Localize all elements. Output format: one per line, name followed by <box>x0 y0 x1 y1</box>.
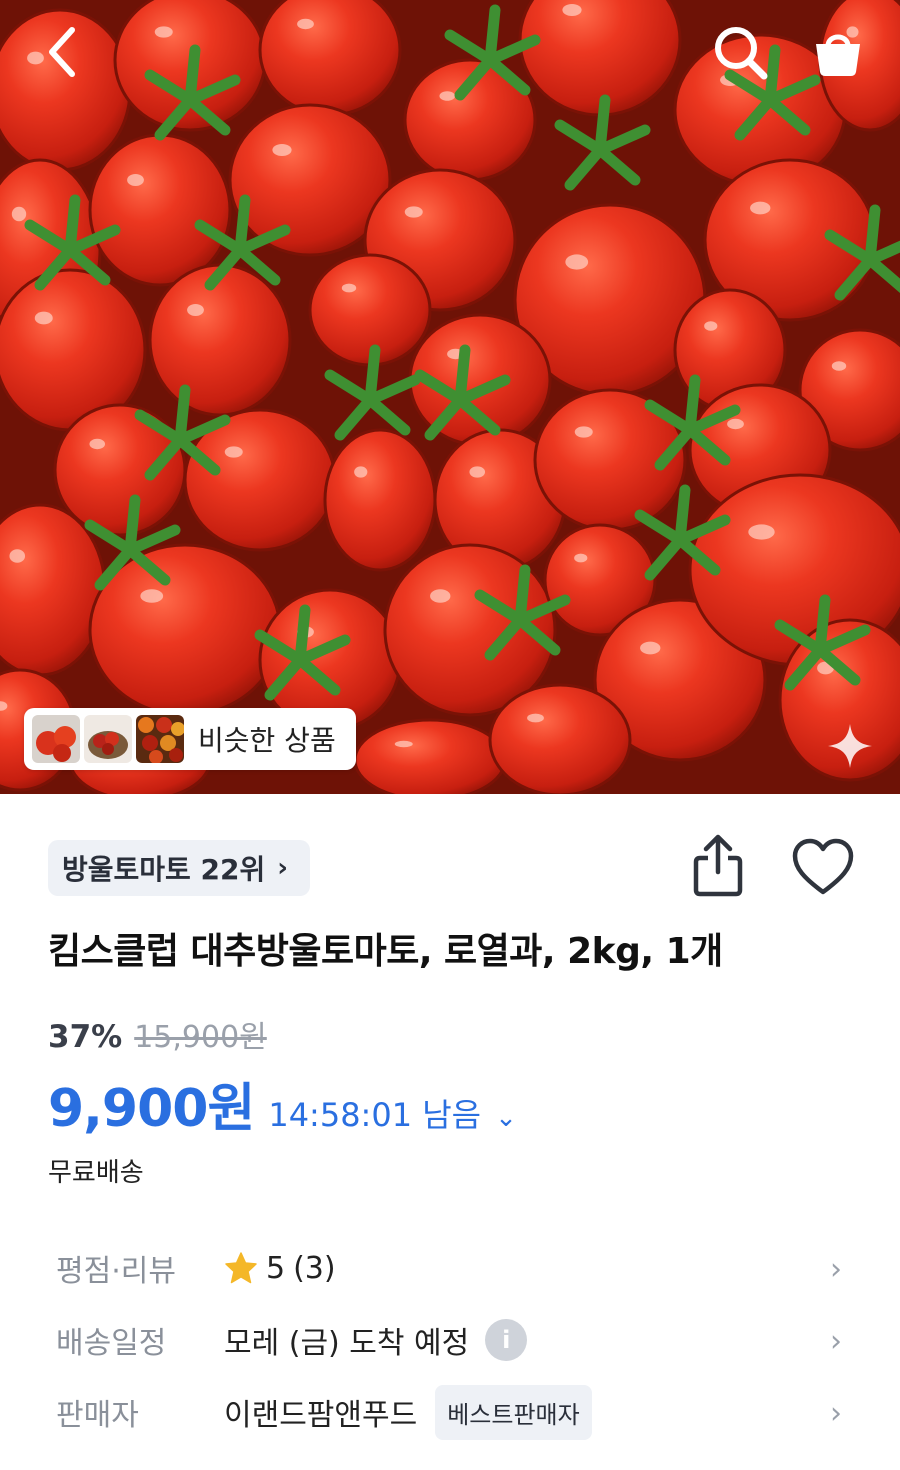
price-row: 9,900원 14:58:01 남음 ⌄ <box>48 1066 517 1141</box>
tomato-highlight <box>704 321 718 331</box>
tomato-highlight <box>574 553 588 563</box>
heart-icon[interactable] <box>792 838 854 896</box>
chevron-right-icon: › <box>830 1324 842 1359</box>
tomato-photo <box>0 0 900 794</box>
tomato-highlight <box>750 201 771 215</box>
chevron-down-icon[interactable]: ⌄ <box>495 1103 517 1133</box>
product-title: 킴스클럽 대추방울토마토, 로열과, 2kg, 1개 <box>48 931 723 972</box>
similar-thumbnail <box>84 715 132 763</box>
chevron-right-icon: › <box>830 1396 842 1431</box>
tomato-highlight <box>187 304 204 316</box>
delivery-value: 모레 (금) 도착 예정 <box>224 1326 470 1361</box>
tomato-highlight <box>574 426 593 438</box>
category-rank-label: 방울토마토 22위 <box>62 853 266 886</box>
tomato-highlight <box>34 311 53 325</box>
tomato-highlight <box>404 206 423 218</box>
tomato-highlight <box>727 418 744 430</box>
rating-value: 5 <box>266 1250 286 1286</box>
chevron-right-icon: › <box>830 1252 842 1287</box>
tomato-highlight <box>341 283 357 293</box>
discount-row: 37% 15,900원 <box>48 1012 267 1056</box>
rating-review-key: 평점·리뷰 <box>56 1254 176 1289</box>
tomato-highlight <box>748 524 775 540</box>
sparkle-icon[interactable] <box>826 722 874 770</box>
tomato-shape <box>353 718 507 794</box>
tomato-highlight <box>527 713 544 723</box>
tomato-shape <box>488 683 632 794</box>
original-price: 15,900원 <box>134 1020 267 1055</box>
tomato-highlight <box>224 446 243 458</box>
search-icon <box>715 27 768 80</box>
back-button[interactable] <box>32 20 96 84</box>
tomato-highlight <box>394 740 413 748</box>
tomato-shape <box>258 0 402 117</box>
seller-row[interactable]: 판매자 이랜드팜앤푸드 베스트판매자 › <box>56 1384 856 1440</box>
tomato-highlight <box>430 589 451 603</box>
tomato-shape <box>88 133 232 287</box>
tomato-highlight <box>354 466 368 478</box>
tomato-highlight <box>562 4 582 16</box>
category-rank-chip[interactable]: 방울토마토 22위 › <box>48 840 310 896</box>
seller-key: 판매자 <box>56 1398 139 1433</box>
delivery-key: 배송일정 <box>56 1326 167 1361</box>
rating-review-row[interactable]: 평점·리뷰 5 (3) › <box>56 1240 856 1296</box>
tomato-highlight <box>565 254 589 270</box>
tomato-highlight <box>154 26 173 38</box>
seller-name: 이랜드팜앤푸드 <box>224 1398 418 1433</box>
tomato-highlight <box>9 549 26 563</box>
cart-icon <box>816 34 860 76</box>
chevron-right-icon: › <box>277 853 288 883</box>
tomato-highlight <box>11 206 27 222</box>
tomato-highlight <box>439 91 456 101</box>
back-icon <box>49 27 75 77</box>
tomato-shape <box>148 263 292 417</box>
tomato-highlight <box>127 174 144 186</box>
shipping-info: 무료배송 <box>48 1158 144 1188</box>
cart-button[interactable] <box>806 20 870 84</box>
tomato-highlight <box>272 144 292 156</box>
tomato-highlight <box>89 438 106 450</box>
star-icon <box>225 1252 257 1284</box>
info-icon[interactable]: i <box>485 1319 528 1361</box>
sale-price: 9,900원 <box>48 1079 255 1139</box>
search-button[interactable] <box>708 20 772 84</box>
delivery-schedule-row[interactable]: 배송일정 모레 (금) 도착 예정 i › <box>56 1312 856 1368</box>
product-image[interactable]: 비슷한 상품 <box>0 0 900 794</box>
similar-thumbnail <box>136 715 184 763</box>
similar-products-label: 비슷한 상품 <box>198 724 336 757</box>
tomato-highlight <box>469 466 486 478</box>
tomato-highlight <box>640 641 661 655</box>
deal-timer: 14:58:01 남음 <box>268 1096 482 1134</box>
share-icon[interactable] <box>688 832 748 898</box>
tomato-highlight <box>297 18 314 30</box>
best-seller-badge: 베스트판매자 <box>435 1384 592 1440</box>
tomato-highlight <box>831 361 847 371</box>
discount-rate: 37% <box>48 1019 123 1055</box>
tomato-highlight <box>140 589 164 603</box>
similar-products-button[interactable]: 비슷한 상품 <box>24 708 356 770</box>
review-count: (3) <box>293 1250 336 1286</box>
tomato-shape <box>323 428 437 572</box>
similar-thumbnail <box>32 715 80 763</box>
